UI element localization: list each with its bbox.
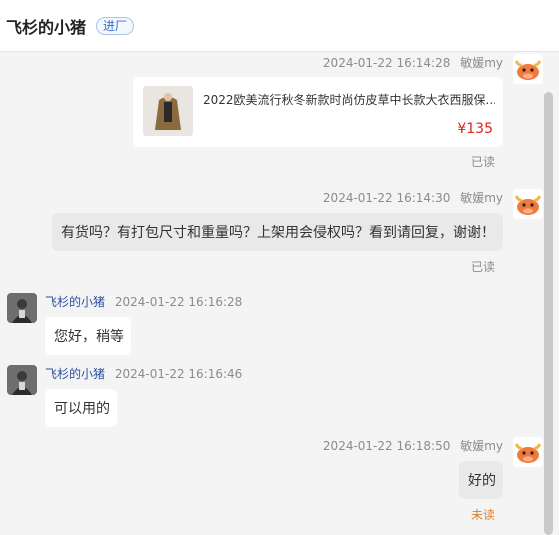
sender-name: 敏媛my bbox=[460, 439, 503, 453]
dark-photo-avatar-icon[interactable] bbox=[7, 293, 37, 323]
read-status: 已读 bbox=[471, 155, 496, 169]
cartoon-cow-avatar-icon[interactable] bbox=[513, 54, 543, 84]
message-meta: 2024-01-22 16:14:30 敏媛my bbox=[323, 189, 503, 206]
sender-name: 敏媛my bbox=[460, 191, 503, 205]
message-meta: 飞杉的小猪 2024-01-22 16:16:46 bbox=[45, 365, 242, 382]
scrollbar-thumb[interactable] bbox=[544, 92, 553, 535]
product-price: ¥135 bbox=[457, 121, 493, 137]
message-bubble[interactable]: 有货吗？有打包尺寸和重量吗？上架用会侵权吗？看到请回复，谢谢！ bbox=[52, 213, 503, 251]
sender-name: 飞杉的小猪 bbox=[45, 367, 106, 381]
message-bubble[interactable]: 可以用的 bbox=[45, 389, 117, 427]
message-time: 2024-01-22 16:14:28 bbox=[322, 56, 451, 70]
read-status: 已读 bbox=[471, 260, 496, 274]
cartoon-cow-avatar-icon[interactable] bbox=[513, 189, 543, 219]
sender-name: 敏媛my bbox=[460, 56, 503, 70]
message-list[interactable]: 2024-01-22 16:14:28 敏媛my 2022欧美流行秋冬新款时尚仿… bbox=[0, 52, 559, 535]
message-meta: 飞杉的小猪 2024-01-22 16:16:28 bbox=[45, 293, 242, 310]
unread-status: 未读 bbox=[471, 508, 496, 522]
message-meta: 2024-01-22 16:18:50 敏媛my bbox=[323, 437, 503, 454]
message-time: 2024-01-22 16:18:50 bbox=[322, 439, 451, 453]
status-badge[interactable]: 进厂 bbox=[96, 16, 135, 35]
chat-header: 飞杉的小猪 进厂 bbox=[0, 0, 559, 52]
chat-title: 飞杉的小猪 bbox=[6, 17, 87, 37]
message-time: 2024-01-22 16:14:30 bbox=[322, 191, 451, 205]
product-thumbnail bbox=[143, 86, 193, 136]
product-card[interactable]: 2022欧美流行秋冬新款时尚仿皮草中长款大衣西服保... ¥135 bbox=[133, 77, 503, 147]
dark-photo-avatar-icon[interactable] bbox=[7, 365, 37, 395]
message-bubble[interactable]: 您好，稍等 bbox=[45, 317, 131, 355]
message-meta: 2024-01-22 16:14:28 敏媛my bbox=[323, 54, 503, 71]
cartoon-cow-avatar-icon[interactable] bbox=[513, 437, 543, 467]
message-time: 2024-01-22 16:16:28 bbox=[114, 295, 243, 309]
message-time: 2024-01-22 16:16:46 bbox=[114, 367, 243, 381]
message-bubble[interactable]: 好的 bbox=[459, 461, 503, 499]
sender-name: 飞杉的小猪 bbox=[45, 295, 106, 309]
product-title: 2022欧美流行秋冬新款时尚仿皮草中长款大衣西服保... bbox=[203, 93, 495, 107]
